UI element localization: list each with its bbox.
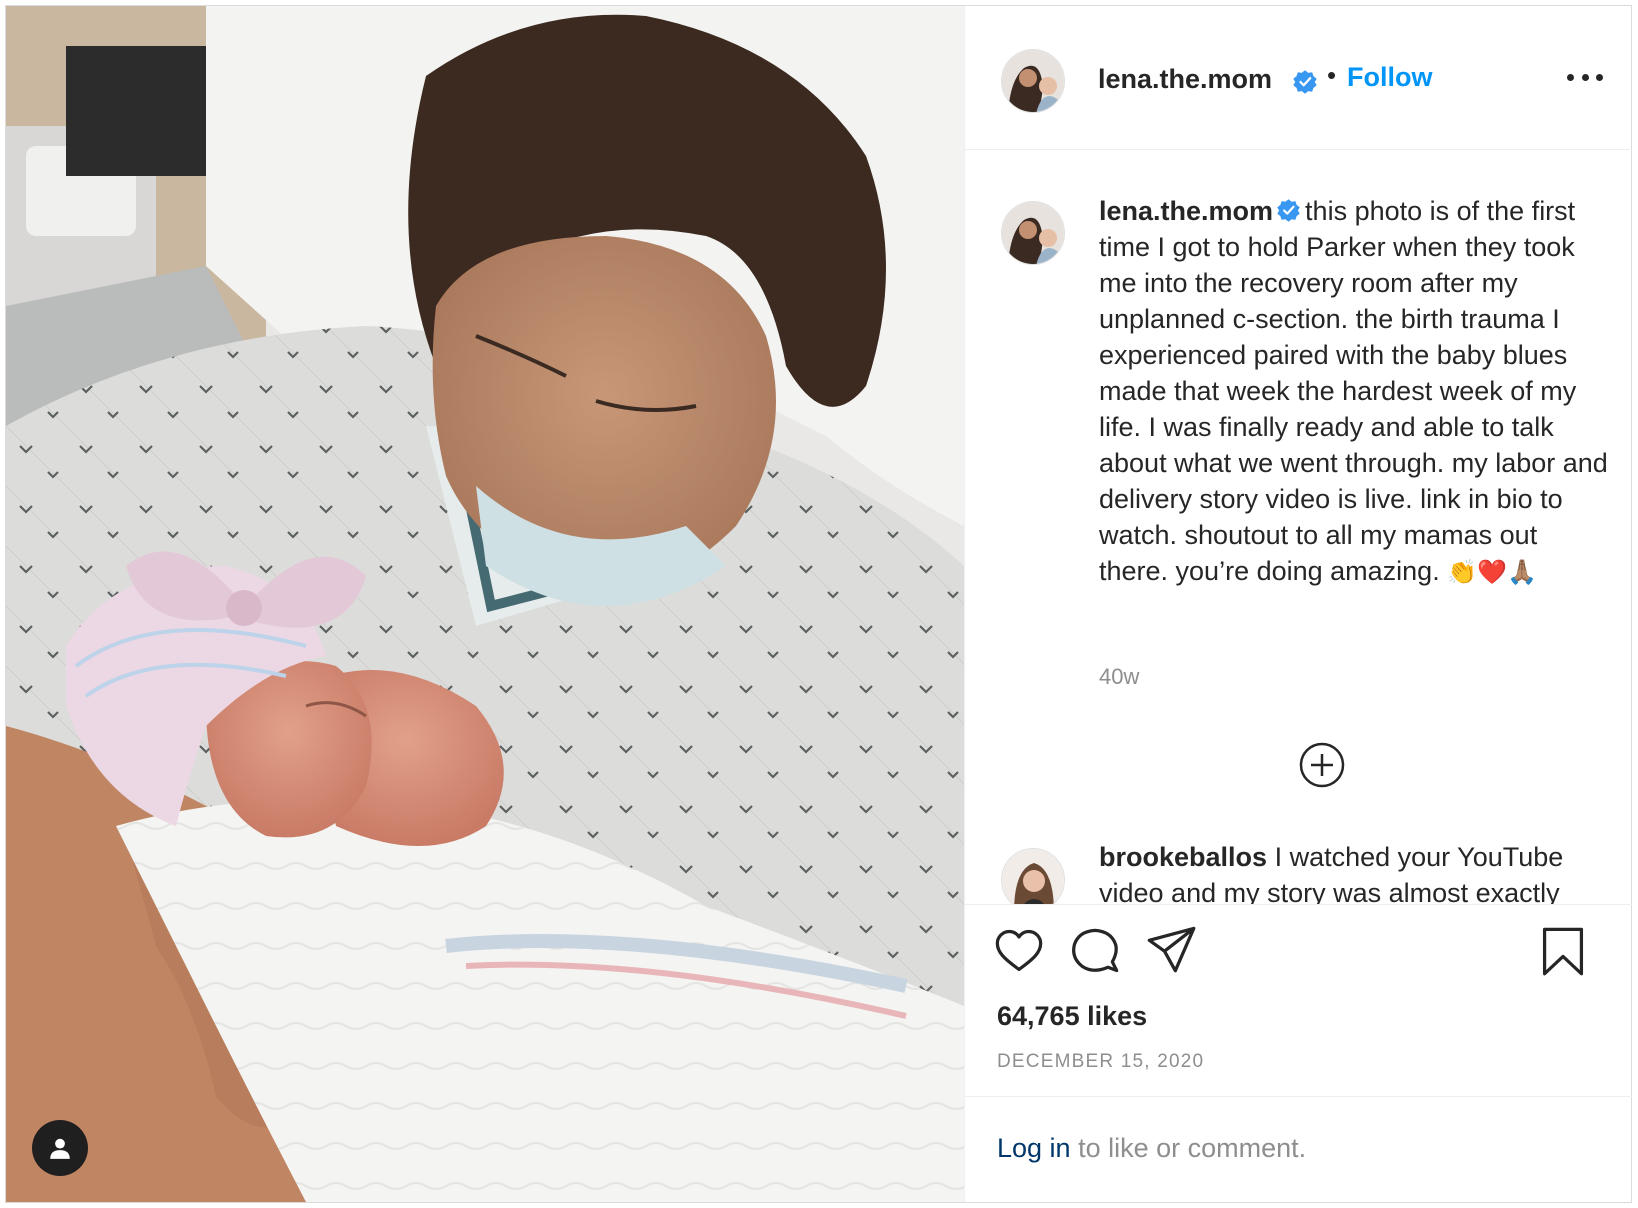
author-avatar[interactable] [1001, 49, 1065, 113]
post-date[interactable]: DECEMBER 15, 2020 [997, 1051, 1204, 1073]
follow-button[interactable]: Follow [1347, 62, 1432, 93]
bookmark-icon[interactable] [1537, 925, 1589, 977]
caption-emoji: 👏❤️🙏🏽 [1447, 558, 1537, 586]
avatar-image [1002, 50, 1064, 112]
comment-username[interactable]: brookeballos [1099, 842, 1267, 872]
more-options-icon[interactable] [1567, 70, 1603, 84]
more-dot [1581, 73, 1589, 81]
login-prompt-text: Log in to like or comment. [997, 1133, 1306, 1164]
login-link[interactable]: Log in [997, 1133, 1071, 1163]
more-dot [1567, 73, 1574, 81]
avatar-image [1002, 849, 1064, 904]
verified-badge-icon [1293, 70, 1317, 94]
login-prompt-rest: to like or comment. [1070, 1133, 1307, 1163]
post-caption: lena.the.mom this photo is of the first … [1099, 193, 1609, 590]
heart-icon[interactable] [993, 925, 1045, 977]
post-header: lena.the.mom • Follow [965, 6, 1632, 150]
caption-text: this photo is of the first time I got to… [1099, 196, 1608, 586]
more-dot [1596, 73, 1603, 81]
caption-username[interactable]: lena.the.mom [1099, 196, 1273, 226]
separator-dot: • [1327, 60, 1337, 90]
load-more-comments-icon[interactable] [1298, 741, 1346, 789]
action-bar: 64,765 likes DECEMBER 15, 2020 [965, 904, 1632, 1096]
post-age[interactable]: 40w [1099, 664, 1139, 690]
instagram-post: lena.the.mom • Follow lena.the.mom this … [5, 5, 1632, 1203]
post-details-panel: lena.the.mom • Follow lena.the.mom this … [964, 6, 1632, 1202]
mother-holding-newborn-image [6, 6, 964, 1202]
comment-icon[interactable] [1069, 925, 1121, 977]
login-prompt: Log in to like or comment. [965, 1096, 1632, 1202]
commenter-avatar[interactable] [1001, 848, 1065, 904]
caption-author-avatar[interactable] [1001, 201, 1065, 265]
user-tags-icon [50, 1138, 70, 1159]
author-username[interactable]: lena.the.mom [1098, 64, 1272, 95]
comments-section: lena.the.mom this photo is of the first … [965, 151, 1632, 904]
likes-count[interactable]: 64,765 likes [997, 1001, 1147, 1032]
post-photo[interactable] [6, 6, 964, 1202]
avatar-image [1002, 202, 1064, 264]
share-icon[interactable] [1145, 923, 1197, 975]
verified-badge-icon [1277, 199, 1300, 222]
user-tags-button[interactable] [32, 1120, 88, 1176]
comment-item: brookeballos I watched your YouTube vide… [1099, 839, 1609, 904]
